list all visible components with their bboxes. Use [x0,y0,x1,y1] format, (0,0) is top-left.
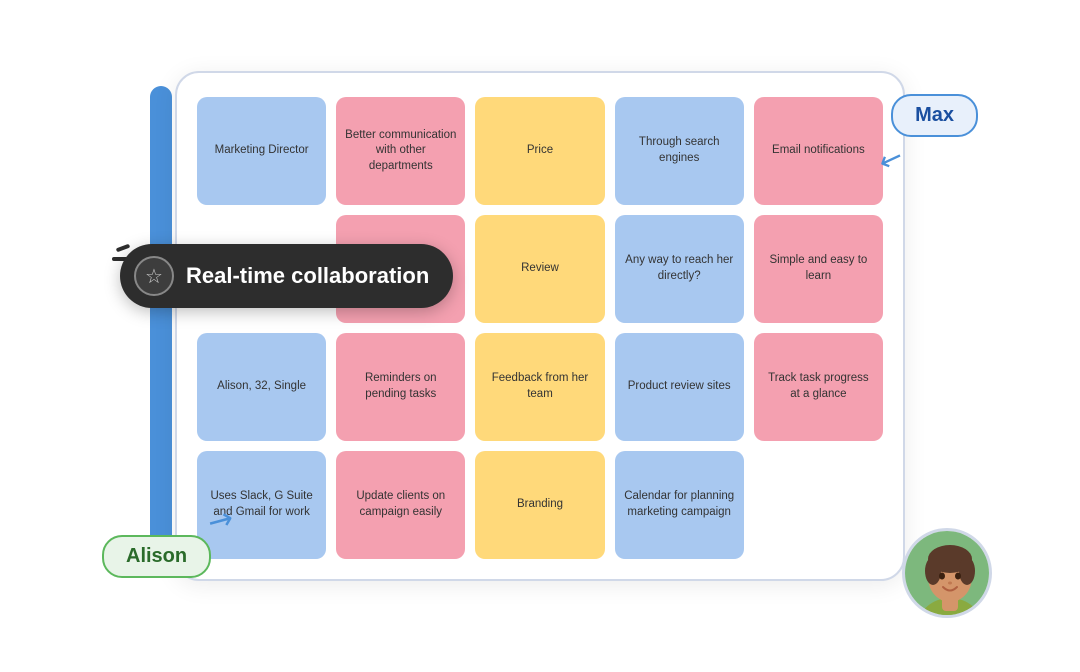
note-update-clients: Update clients on campaign easily [336,451,465,559]
note-track-task: Track task progress at a glance [754,333,883,441]
note-feedback: Feedback from her team [475,333,604,441]
note-review: Review [475,215,604,323]
note-simple-easy: Simple and easy to learn [754,215,883,323]
collab-badge: ☆ Real-time collaboration [120,244,453,308]
main-card: Marketing Director Better communication … [175,71,905,581]
dash-1 [116,244,131,253]
sticky-grid: Marketing Director Better communication … [197,97,883,559]
note-better-communication: Better communication with other departme… [336,97,465,205]
note-reminders: Reminders on pending tasks [336,333,465,441]
note-reach-directly: Any way to reach her directly? [615,215,744,323]
note-branding: Branding [475,451,604,559]
note-calendar: Calendar for planning marketing campaign [615,451,744,559]
scene: Marketing Director Better communication … [60,26,1020,646]
blue-accent-bar [150,86,172,566]
note-search-engines: Through search engines [615,97,744,205]
note-price: Price [475,97,604,205]
alison-label: Alison [102,535,211,578]
max-label: Max [891,94,978,137]
note-product-sites: Product review sites [615,333,744,441]
avatar-image [905,531,992,618]
badge-label: Real-time collaboration [186,263,429,289]
note-marketing-director: Marketing Director [197,97,326,205]
note-alison-32: Alison, 32, Single [197,333,326,441]
note-empty-2 [754,451,883,559]
star-icon: ☆ [134,256,174,296]
note-email-notifications: Email notifications [754,97,883,205]
avatar [902,528,992,618]
